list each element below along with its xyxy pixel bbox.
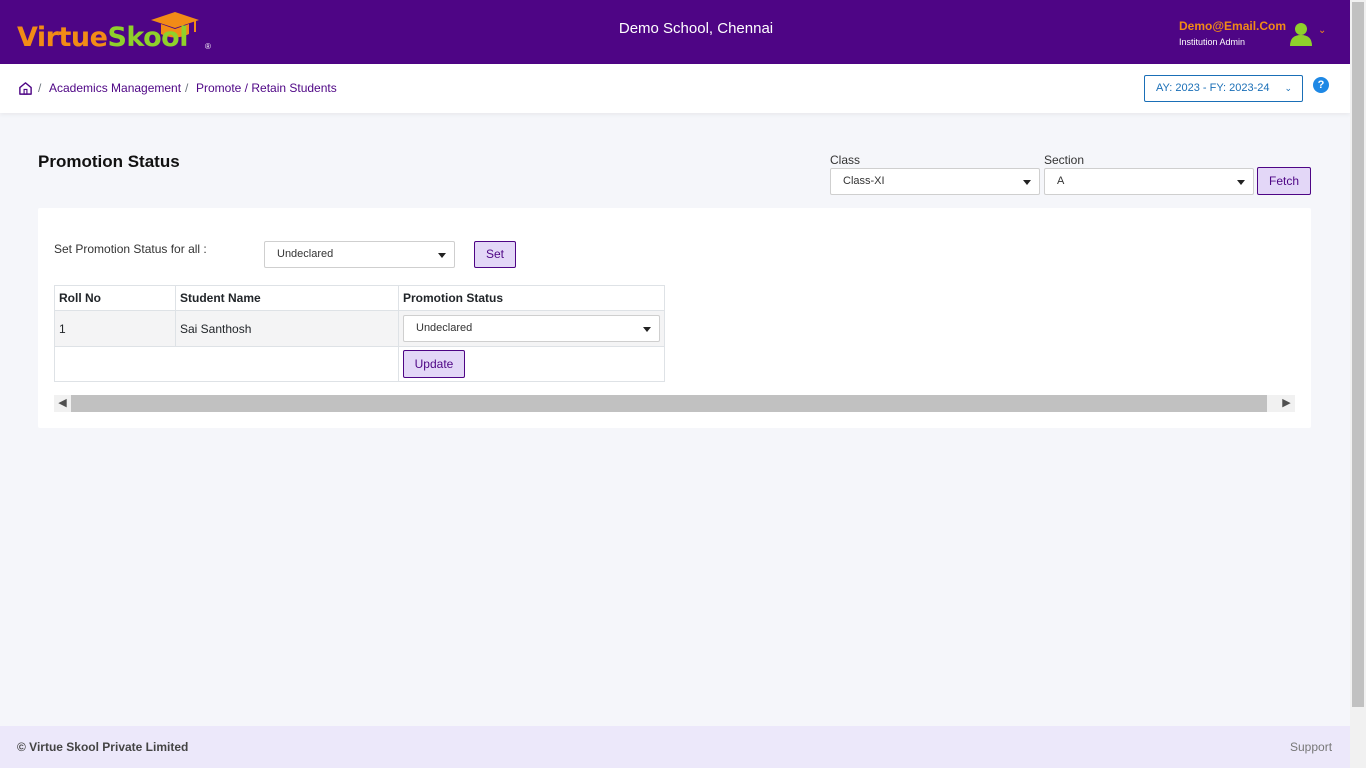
user-menu-chevron-icon[interactable]: ⌄: [1318, 25, 1326, 36]
scroll-right-arrow-icon[interactable]: ▶: [1278, 395, 1295, 412]
student-name-cell: Sai Santhosh: [175, 310, 399, 347]
bulk-status-label: Set Promotion Status for all :: [54, 242, 207, 256]
virtueskool-logo[interactable]: VirtueSkool ®: [17, 12, 217, 56]
home-icon[interactable]: [18, 81, 33, 96]
breadcrumb-separator: /: [38, 81, 42, 95]
bulk-status-value: Undeclared: [277, 248, 334, 260]
roll-no-cell: 1: [54, 310, 176, 347]
students-table: Roll No Student Name Promotion Status 1 …: [54, 285, 665, 382]
user-avatar-icon[interactable]: [1290, 22, 1312, 46]
user-role: Institution Admin: [1179, 37, 1246, 47]
section-label: Section: [1044, 153, 1085, 167]
class-select[interactable]: Class-XI: [830, 168, 1040, 195]
empty-cell: [54, 346, 399, 382]
caret-down-icon: [1237, 180, 1245, 185]
scroll-left-arrow-icon[interactable]: ◀: [54, 395, 71, 412]
logo-registered-mark: ®: [205, 42, 211, 51]
logo-part-skool: Skool: [107, 22, 188, 53]
update-button[interactable]: Update: [403, 350, 465, 378]
user-email[interactable]: Demo@Email.Com: [1179, 19, 1286, 33]
promotion-status-value: Undeclared: [416, 322, 473, 334]
column-header-student-name: Student Name: [175, 285, 399, 311]
promotion-status-select[interactable]: Undeclared: [403, 315, 660, 342]
support-link[interactable]: Support: [1290, 740, 1332, 754]
vertical-scrollbar[interactable]: [1350, 0, 1366, 768]
caret-down-icon: [643, 327, 651, 332]
horizontal-scrollbar[interactable]: ◀ ▶: [54, 395, 1295, 412]
column-header-promotion-status: Promotion Status: [398, 285, 665, 311]
fetch-button[interactable]: Fetch: [1257, 167, 1311, 195]
breadcrumb-academics-management[interactable]: Academics Management: [49, 81, 181, 95]
table-row: 1 Sai Santhosh Undeclared: [54, 310, 665, 347]
logo-part-virtue: Virtue: [17, 22, 108, 53]
page-footer: [0, 726, 1350, 768]
caret-down-icon: [438, 253, 446, 258]
logo-wordmark: VirtueSkool: [17, 22, 188, 53]
section-select[interactable]: A: [1044, 168, 1254, 195]
help-icon[interactable]: ?: [1313, 77, 1329, 93]
chevron-down-icon: ⌄: [1284, 83, 1292, 93]
horizontal-scrollbar-thumb[interactable]: [71, 395, 1267, 412]
school-name: Demo School, Chennai: [618, 20, 774, 37]
academic-year-select[interactable]: AY: 2023 - FY: 2023-24 ⌄: [1144, 75, 1303, 102]
vertical-scrollbar-thumb[interactable]: [1352, 2, 1364, 707]
update-cell: Update: [398, 346, 665, 382]
breadcrumb-promote-retain[interactable]: Promote / Retain Students: [196, 81, 337, 95]
class-select-value: Class-XI: [843, 175, 885, 187]
page-title: Promotion Status: [38, 152, 180, 171]
table-header-row: Roll No Student Name Promotion Status: [54, 285, 665, 311]
column-header-roll-no: Roll No: [54, 285, 176, 311]
class-label: Class: [830, 153, 861, 167]
section-select-value: A: [1057, 175, 1065, 187]
academic-year-label: AY: 2023 - FY: 2023-24: [1156, 82, 1270, 94]
breadcrumb-separator: /: [185, 81, 189, 95]
caret-down-icon: [1023, 180, 1031, 185]
table-footer-row: Update: [54, 346, 665, 382]
promotion-status-cell: Undeclared: [398, 310, 665, 347]
copyright-text: © Virtue Skool Private Limited: [17, 740, 189, 754]
set-button[interactable]: Set: [474, 241, 516, 268]
bulk-status-select[interactable]: Undeclared: [264, 241, 455, 268]
